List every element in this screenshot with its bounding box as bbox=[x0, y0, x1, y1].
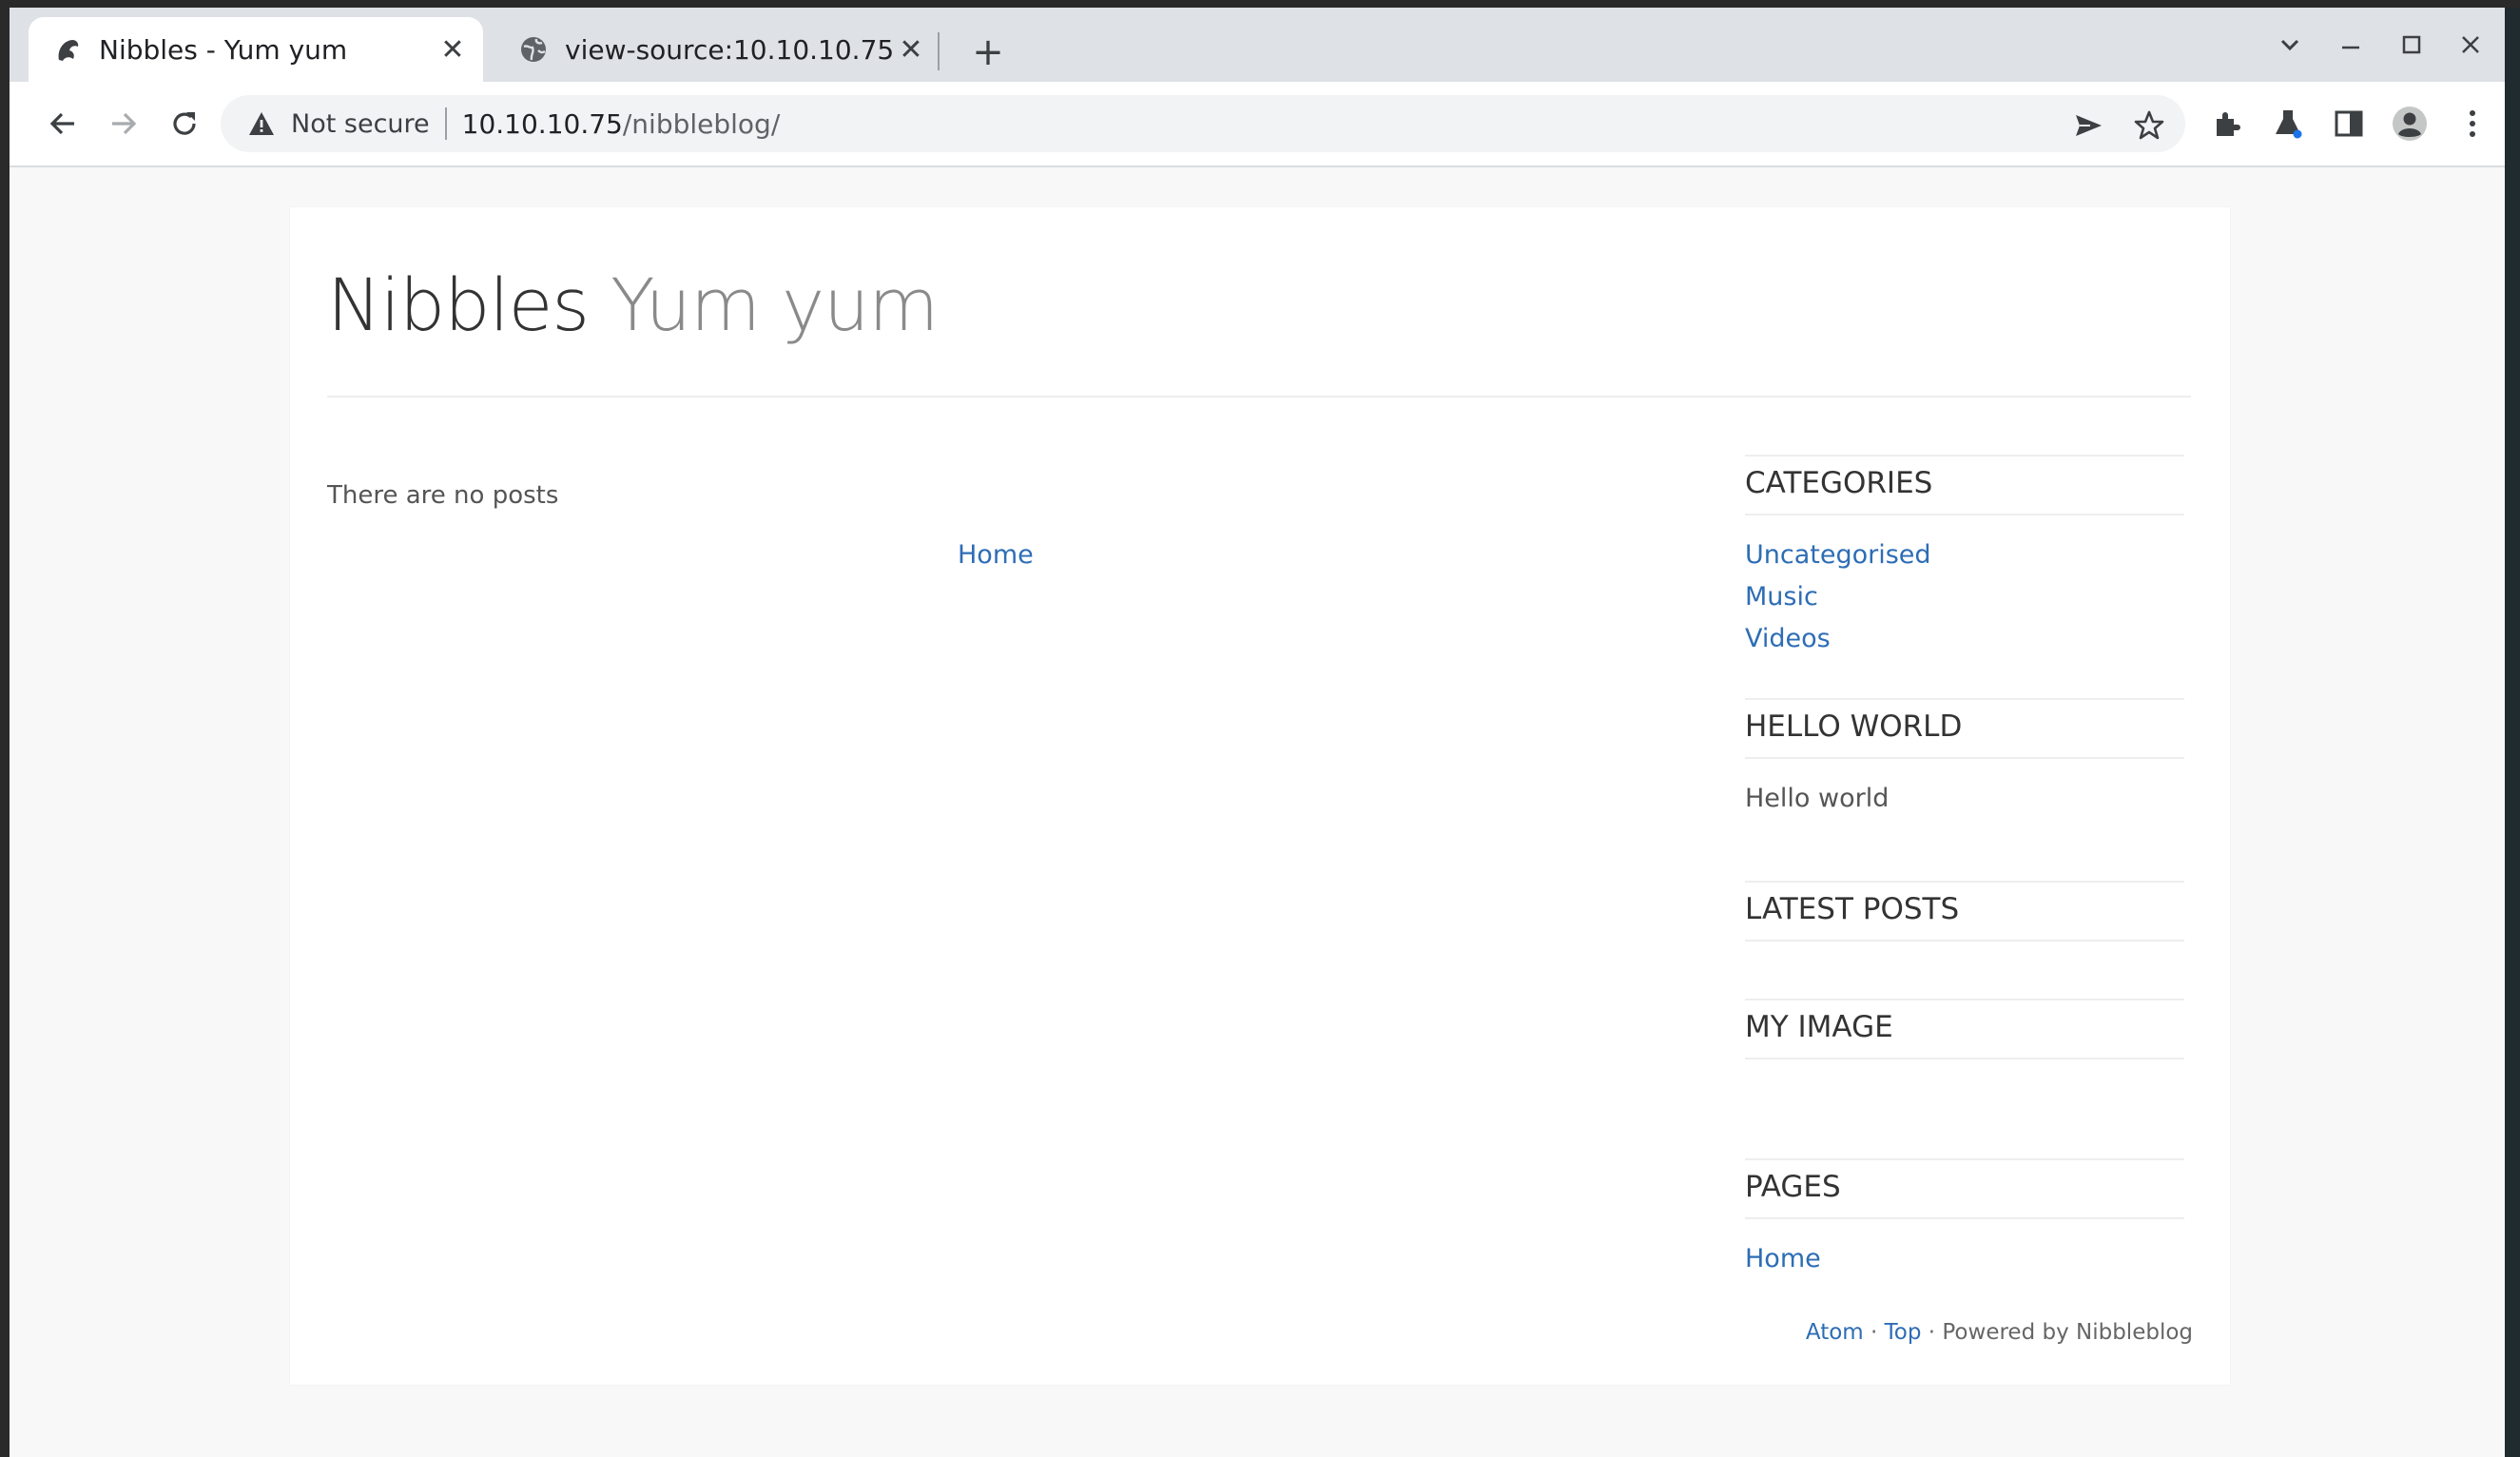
minimize-icon[interactable] bbox=[2320, 21, 2381, 68]
tab-title: view-source:10.10.10.75 bbox=[565, 33, 894, 66]
header-divider bbox=[327, 396, 2191, 398]
globe-icon bbox=[519, 35, 548, 64]
blog-name: Nibbles bbox=[327, 262, 590, 347]
widget-divider bbox=[1745, 514, 2184, 515]
browser-toolbar: Not secure 10.10.10.75/nibbleblog/ bbox=[10, 82, 2505, 167]
tab-search-chevron-icon[interactable] bbox=[2259, 21, 2320, 68]
blog-slogan: Yum yum bbox=[611, 262, 939, 347]
new-tab-button[interactable]: + bbox=[964, 29, 1012, 76]
tab-title: Nibbles - Yum yum bbox=[99, 33, 348, 66]
background-terminal-edge bbox=[0, 0, 10, 1457]
close-window-icon[interactable] bbox=[2440, 21, 2501, 68]
widget-divider bbox=[1745, 1217, 2184, 1219]
labs-flask-icon[interactable] bbox=[2267, 103, 2309, 145]
pages-title: PAGES bbox=[1745, 1170, 1841, 1204]
extensions-icon[interactable] bbox=[2206, 103, 2248, 145]
hello-world-text: Hello world bbox=[1745, 784, 1890, 813]
nibbleblog-favicon-icon bbox=[53, 35, 82, 64]
close-tab-icon[interactable]: ✕ bbox=[894, 32, 928, 67]
categories-title: CATEGORIES bbox=[1745, 466, 1933, 500]
page-viewport: Nibbles Yum yum There are no posts Home … bbox=[10, 167, 2505, 1457]
category-link[interactable]: Uncategorised bbox=[1745, 540, 1931, 570]
hello-world-title: HELLO WORLD bbox=[1745, 709, 1963, 744]
pager-home-link[interactable]: Home bbox=[958, 540, 1034, 570]
reload-icon[interactable] bbox=[160, 99, 209, 148]
category-link[interactable]: Videos bbox=[1745, 624, 1831, 653]
url-host: 10.10.10.75 bbox=[461, 107, 623, 140]
category-link[interactable]: Music bbox=[1745, 582, 1818, 612]
maximize-icon[interactable] bbox=[2381, 21, 2442, 68]
blog-title[interactable]: Nibbles Yum yum bbox=[327, 262, 939, 347]
widget-divider bbox=[1745, 455, 2184, 457]
tab-separator bbox=[938, 32, 940, 70]
top-link[interactable]: Top bbox=[1885, 1320, 1922, 1345]
widget-divider bbox=[1745, 999, 2184, 1000]
url-text: 10.10.10.75/nibbleblog/ bbox=[462, 108, 781, 140]
security-label: Not secure bbox=[291, 108, 430, 139]
close-tab-icon[interactable]: ✕ bbox=[436, 32, 470, 67]
address-bar[interactable]: Not secure 10.10.10.75/nibbleblog/ bbox=[221, 95, 2185, 152]
footer-separator: · bbox=[1863, 1320, 1885, 1345]
warning-icon[interactable] bbox=[245, 107, 278, 140]
send-icon[interactable] bbox=[2069, 107, 2107, 145]
widget-divider bbox=[1745, 1058, 2184, 1059]
tab-nibbles[interactable]: Nibbles - Yum yum ✕ bbox=[29, 17, 483, 82]
footer: Atom · Top · Powered by Nibbleblog bbox=[1806, 1320, 2193, 1345]
profile-avatar-icon[interactable] bbox=[2389, 103, 2431, 145]
powered-by-text: · Powered by Nibbleblog bbox=[1921, 1320, 2193, 1345]
page-link-home[interactable]: Home bbox=[1745, 1244, 1821, 1273]
latest-posts-title: LATEST POSTS bbox=[1745, 892, 1960, 926]
my-image-title: MY IMAGE bbox=[1745, 1010, 1893, 1044]
forward-icon[interactable] bbox=[99, 99, 148, 148]
url-path: /nibbleblog/ bbox=[622, 107, 781, 140]
no-posts-message: There are no posts bbox=[327, 481, 559, 510]
menu-kebab-icon[interactable] bbox=[2452, 103, 2493, 145]
tab-view-source[interactable]: view-source:10.10.10.75 ✕ bbox=[494, 17, 941, 82]
widget-divider bbox=[1745, 1158, 2184, 1160]
background-terminal bbox=[0, 0, 2520, 8]
widget-divider bbox=[1745, 940, 2184, 942]
browser-window: Nibbles - Yum yum ✕ view-source:10.10.10… bbox=[10, 8, 2505, 1457]
atom-link[interactable]: Atom bbox=[1806, 1320, 1864, 1345]
back-icon[interactable] bbox=[38, 99, 87, 148]
blog-container: Nibbles Yum yum There are no posts Home … bbox=[290, 207, 2230, 1385]
widget-divider bbox=[1745, 757, 2184, 759]
address-separator bbox=[444, 107, 447, 140]
widget-divider bbox=[1745, 881, 2184, 883]
tab-strip: Nibbles - Yum yum ✕ view-source:10.10.10… bbox=[10, 8, 2505, 82]
side-panel-icon[interactable] bbox=[2328, 103, 2370, 145]
bookmark-star-icon[interactable] bbox=[2130, 107, 2168, 145]
widget-divider bbox=[1745, 698, 2184, 700]
